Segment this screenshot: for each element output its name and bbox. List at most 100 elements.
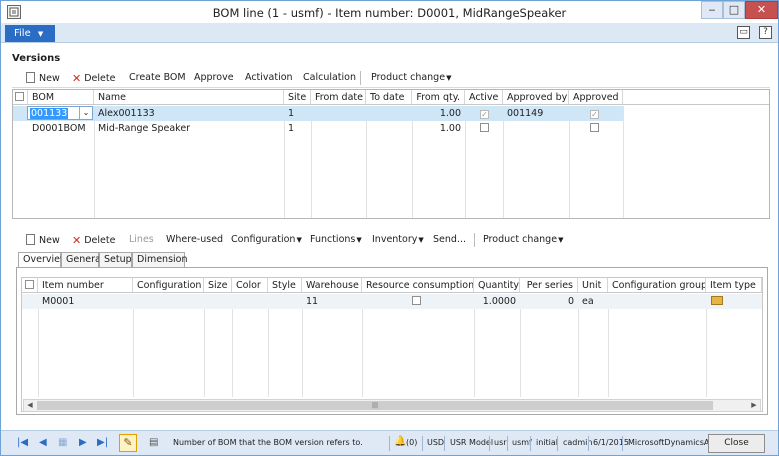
chevron-down-icon[interactable]: ⌄ <box>79 107 92 119</box>
column-header-site[interactable]: Site <box>284 90 311 104</box>
tab-general[interactable]: General <box>61 252 103 267</box>
send-button[interactable]: Send... <box>433 234 466 245</box>
bom-lookup-field[interactable]: 001133 ⌄ <box>27 106 93 120</box>
column-header-unit[interactable]: Unit <box>578 278 608 292</box>
color-cell[interactable] <box>232 294 268 309</box>
maximize-button[interactable]: □ <box>723 1 745 19</box>
column-header-color[interactable]: Color <box>232 278 268 292</box>
column-header-bom[interactable]: BOM <box>28 90 94 104</box>
select-all-checkbox[interactable] <box>22 278 38 292</box>
from-qty-cell[interactable]: 1.00 <box>412 121 465 136</box>
to-date-cell[interactable] <box>366 106 412 121</box>
first-record-icon[interactable]: |◀ <box>17 437 28 448</box>
column-header-active[interactable]: Active <box>465 90 503 104</box>
notification-count[interactable]: (0) <box>406 438 417 447</box>
tab-overview[interactable]: Overview <box>18 252 68 268</box>
company-indicator[interactable]: usmf <box>512 438 532 447</box>
column-header-style[interactable]: Style <box>268 278 302 292</box>
column-header-approved[interactable]: Approved <box>569 90 623 104</box>
scroll-left-icon[interactable]: ◀ <box>24 400 36 411</box>
column-header-configuration-group[interactable]: Configuration group <box>608 278 706 292</box>
resource-consumption-checkbox[interactable] <box>362 294 474 309</box>
approved-checkbox[interactable]: ✓ <box>569 106 623 121</box>
inventory-menu-button[interactable]: Inventory▼ <box>372 234 424 245</box>
tab-dimension[interactable]: Dimension <box>132 252 188 267</box>
versions-row[interactable]: 001133 ⌄ Alex001133 1 1.00 ✓ 001149 ✓ <box>13 106 623 121</box>
next-record-icon[interactable]: ▶ <box>79 437 87 448</box>
record-grid-icon[interactable]: ▦ <box>58 437 67 448</box>
column-header-configuration[interactable]: Configuration <box>133 278 204 292</box>
name-cell[interactable]: Mid-Range Speaker <box>94 121 284 136</box>
session-date[interactable]: 6/1/2015 <box>593 438 629 447</box>
column-header-from-date[interactable]: From date <box>311 90 366 104</box>
per-series-cell[interactable]: 0 <box>520 294 578 309</box>
approved-checkbox[interactable] <box>569 121 623 136</box>
where-used-button[interactable]: Where-used <box>166 234 223 245</box>
column-header-approved-by[interactable]: Approved by <box>503 90 569 104</box>
scroll-right-icon[interactable]: ▶ <box>748 400 760 411</box>
help-icon[interactable]: ? <box>759 26 772 39</box>
approve-button[interactable]: Approve <box>194 72 234 83</box>
column-header-item-type[interactable]: Item type <box>706 278 762 292</box>
lines-row[interactable]: M0001 11 1.0000 0 ea <box>22 294 762 309</box>
column-header-to-date[interactable]: To date <box>366 90 412 104</box>
name-cell[interactable]: Alex001133 <box>94 106 284 121</box>
file-menu-button[interactable]: File ▼ <box>5 25 55 42</box>
column-header-size[interactable]: Size <box>204 278 232 292</box>
from-date-cell[interactable] <box>311 121 366 136</box>
lines-button[interactable]: Lines <box>129 234 154 245</box>
scrollbar-thumb[interactable]: ||| <box>37 401 713 410</box>
create-bom-button[interactable]: Create BOM <box>129 72 186 83</box>
quantity-cell[interactable]: 1.0000 <box>474 294 520 309</box>
select-all-checkbox[interactable] <box>13 90 28 104</box>
last-record-icon[interactable]: ▶| <box>97 437 108 448</box>
previous-record-icon[interactable]: ◀ <box>39 437 47 448</box>
versions-row[interactable]: D0001BOM Mid-Range Speaker 1 1.00 <box>13 121 623 136</box>
approved-by-cell[interactable]: 001149 <box>503 106 569 121</box>
bom-cell[interactable]: D0001BOM <box>28 121 94 136</box>
to-date-cell[interactable] <box>366 121 412 136</box>
column-header-item-number[interactable]: Item number <box>38 278 133 292</box>
close-window-button[interactable]: ✕ <box>745 1 778 19</box>
site-cell[interactable]: 1 <box>284 121 311 136</box>
column-header-quantity[interactable]: Quantity <box>474 278 520 292</box>
tab-setup[interactable]: Setup <box>99 252 132 267</box>
minimize-button[interactable]: ‒ <box>701 1 723 19</box>
functions-menu-button[interactable]: Functions▼ <box>310 234 362 245</box>
versions-delete-button[interactable]: ✕ Delete <box>72 72 115 85</box>
document-handling-icon[interactable]: ▤ <box>149 437 158 448</box>
notification-bell-icon[interactable]: 🔔 <box>394 436 406 447</box>
lines-delete-button[interactable]: ✕ Delete <box>72 234 115 247</box>
active-checkbox[interactable] <box>465 121 503 136</box>
item-type-cell[interactable] <box>706 294 762 309</box>
site-cell[interactable]: 1 <box>284 106 311 121</box>
warehouse-cell[interactable]: 11 <box>302 294 362 309</box>
activation-button[interactable]: Activation <box>245 72 293 83</box>
unit-cell[interactable]: ea <box>578 294 608 309</box>
configuration-menu-button[interactable]: Configuration▼ <box>231 234 302 245</box>
versions-product-change-button[interactable]: Product change▼ <box>371 72 451 83</box>
column-header-name[interactable]: Name <box>94 90 284 104</box>
column-header-warehouse[interactable]: Warehouse <box>302 278 362 292</box>
column-header-from-qty[interactable]: From qty. <box>412 90 465 104</box>
lines-new-button[interactable]: New <box>26 234 60 246</box>
layout-icon[interactable]: ▭ <box>736 26 750 39</box>
edit-pencil-icon[interactable]: ✎ <box>119 434 137 452</box>
currency-indicator[interactable]: USD <box>427 438 444 447</box>
active-checkbox[interactable]: ✓ <box>465 106 503 121</box>
configuration-cell[interactable] <box>133 294 204 309</box>
approved-by-cell[interactable] <box>503 121 569 136</box>
versions-new-button[interactable]: New <box>26 72 60 84</box>
style-cell[interactable] <box>268 294 302 309</box>
item-number-cell[interactable]: M0001 <box>38 294 133 309</box>
column-header-resource-consumption[interactable]: Resource consumption <box>362 278 474 292</box>
column-header-per-series[interactable]: Per series <box>520 278 578 292</box>
calculation-button[interactable]: Calculation <box>303 72 356 83</box>
lines-product-change-button[interactable]: Product change▼ <box>483 234 563 245</box>
close-button[interactable]: Close <box>708 434 765 453</box>
from-qty-cell[interactable]: 1.00 <box>412 106 465 121</box>
size-cell[interactable] <box>204 294 232 309</box>
from-date-cell[interactable] <box>311 106 366 121</box>
configuration-group-cell[interactable] <box>608 294 706 309</box>
horizontal-scrollbar[interactable]: ◀ ||| ▶ <box>23 399 761 412</box>
